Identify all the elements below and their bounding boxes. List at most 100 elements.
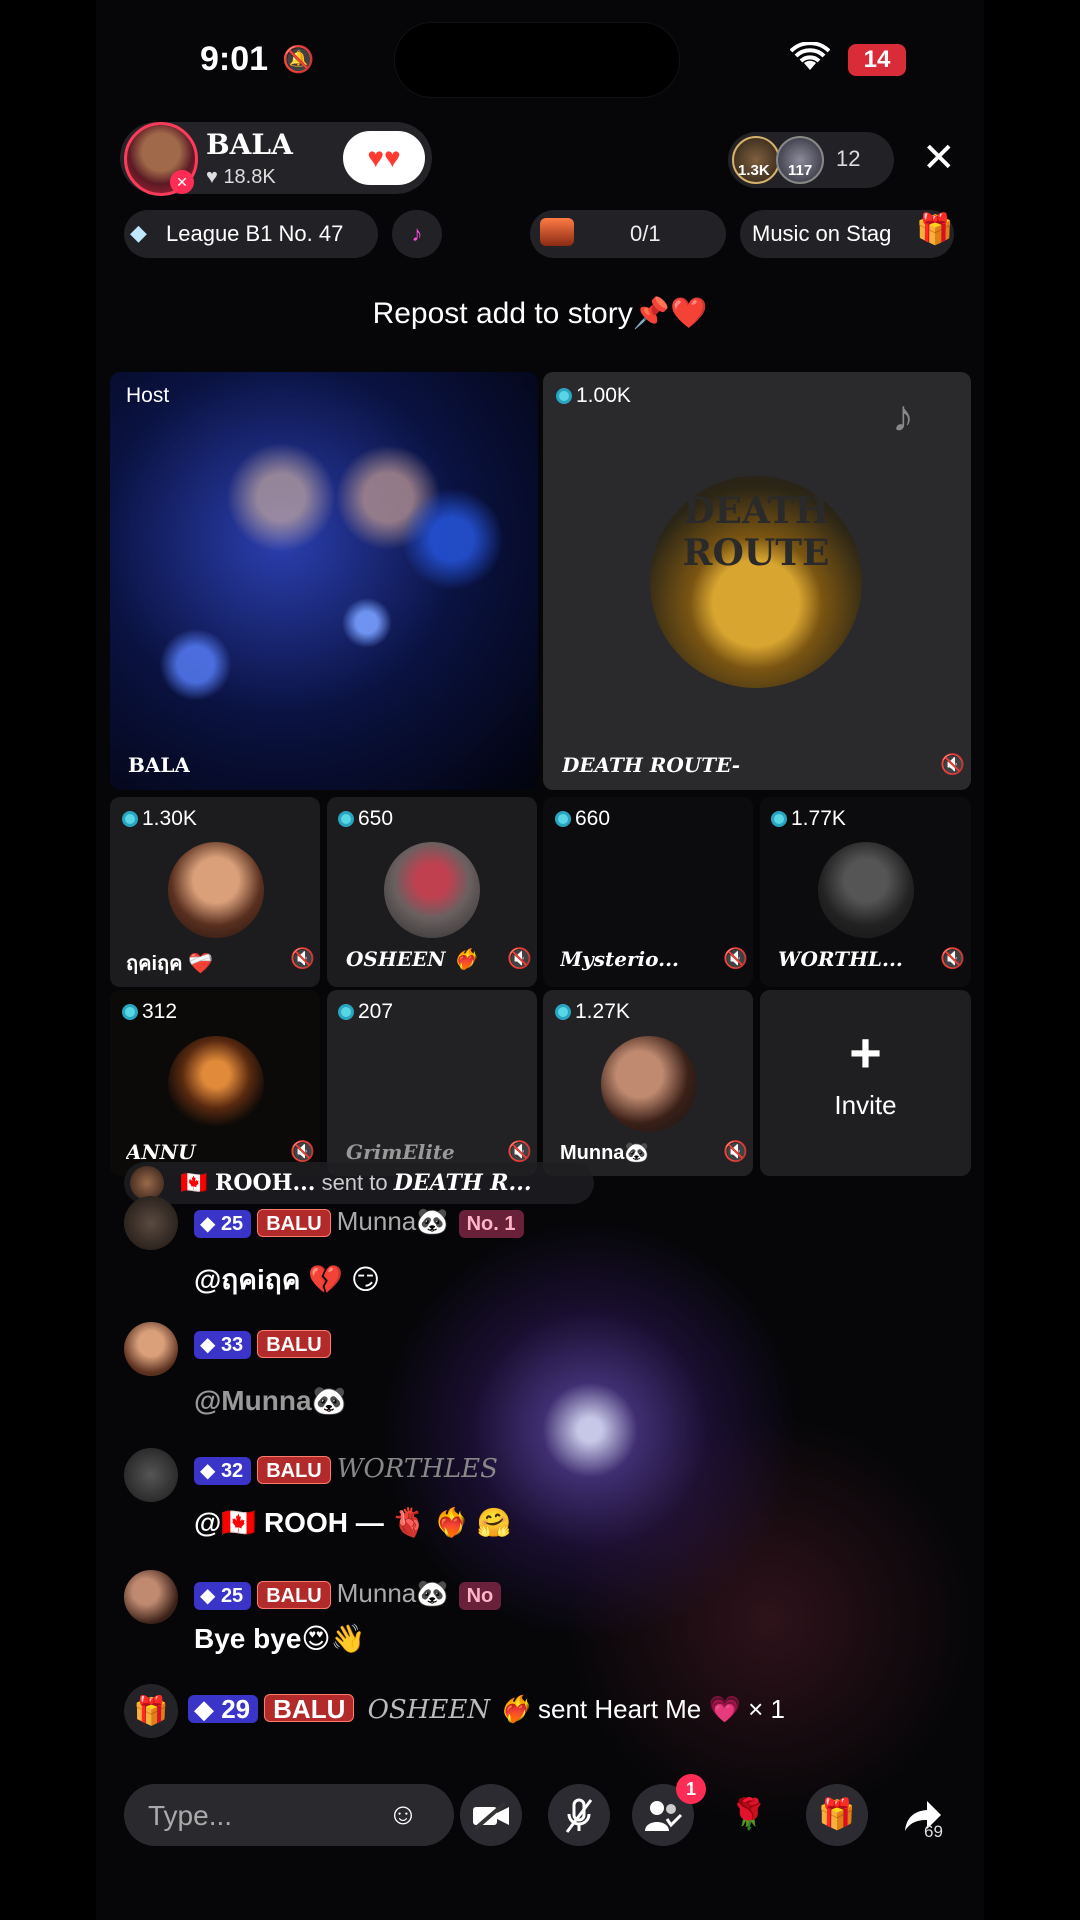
muted-icon: 🔇: [940, 754, 965, 776]
coin-icon: [338, 1004, 354, 1020]
gift-username[interactable]: OSHEEN ❤️‍🔥: [368, 1695, 531, 1725]
emoji-icon[interactable]: ☺: [372, 1784, 434, 1846]
story-text: Repost add to story📌❤️: [372, 297, 708, 330]
gift-sender: 🇨🇦 ROOH...: [180, 1170, 316, 1196]
guest-name: Mysterio...: [560, 947, 679, 971]
guest-coins: 660: [555, 807, 610, 831]
chat-username[interactable]: WORTHLES: [337, 1454, 498, 1484]
goal-progress: 0/1: [630, 221, 661, 246]
guest-name: ฤคiฤค ❤️‍🩹: [126, 953, 213, 975]
level-value: 32: [220, 1460, 244, 1482]
gift-icon[interactable]: 🎁: [806, 1784, 868, 1846]
avatar-text: DEATH ROUTE: [682, 490, 830, 574]
car-icon: [540, 218, 574, 246]
level-value: 25: [220, 1585, 244, 1607]
status-time: 9:01: [200, 40, 269, 78]
gift-text: sent Heart Me 💗 × 1: [537, 1693, 785, 1724]
chat-avatar[interactable]: [124, 1196, 178, 1250]
chat-badges: ◆ 32 BALU WORTHLES: [194, 1454, 498, 1485]
guest-coins-value: 312: [142, 1000, 178, 1023]
coin-icon: [771, 811, 787, 827]
viewer-count: 12: [836, 146, 861, 171]
coin-icon: [122, 1004, 138, 1020]
guest-coins-value: 1.30K: [142, 807, 197, 830]
camera-off-icon[interactable]: [460, 1784, 522, 1846]
coin-icon: [555, 811, 571, 827]
guest-avatar: [601, 1036, 697, 1132]
guest-avatar: [818, 842, 914, 938]
share-icon[interactable]: [892, 1784, 954, 1846]
rank-badge: No. 1: [458, 1210, 524, 1238]
guest-coins-value: 660: [575, 807, 611, 830]
chat-username[interactable]: Munna🐼: [337, 1578, 449, 1608]
guest-name: Munna🐼: [560, 1142, 650, 1164]
guest-name: ANNU: [126, 1140, 196, 1164]
muted-icon: 🔇: [940, 948, 965, 970]
viewer-badge: 117: [788, 162, 813, 179]
guest-coins: 312: [122, 1000, 177, 1024]
guest-coins-value: 207: [358, 1000, 394, 1023]
guest-avatar: [168, 1036, 264, 1132]
tiktok-logo-icon: ♪: [892, 392, 914, 441]
invite-button[interactable]: + Invite: [760, 990, 971, 1176]
chat-badges: ◆ 33 BALU: [194, 1330, 337, 1360]
host-tile-name: BALA: [128, 753, 191, 777]
chat-badges: ◆ 25 BALU Munna🐼 No: [194, 1578, 502, 1610]
muted-icon: 🔇: [507, 948, 532, 970]
chat-avatar[interactable]: [124, 1570, 178, 1624]
dj-video: [110, 372, 538, 790]
gift-target: DEATH R...: [393, 1170, 532, 1196]
chat-message: Bye bye😍👋: [194, 1623, 366, 1654]
guest-coins-value: 650: [358, 807, 394, 830]
host-likes-value: 18.8K: [223, 166, 276, 188]
notification-badge: 1: [676, 1774, 706, 1804]
gift-box-icon: 🎁: [916, 213, 954, 246]
gift-notice: 🇨🇦 ROOH... sent to DEATH R...: [124, 1162, 594, 1204]
viewer-badge: 1.3K: [738, 162, 770, 179]
coin-icon: [122, 811, 138, 827]
battery-indicator: 14: [848, 44, 906, 76]
invite-label: Invite: [834, 1090, 897, 1120]
fan-badge: BALU: [257, 1330, 331, 1358]
fan-badge: BALU: [257, 1456, 331, 1484]
host-name: BALA: [206, 128, 293, 161]
guest-coins: 1.27K: [555, 1000, 630, 1024]
chat-message: @🇨🇦 ROOH — 🫀 ❤️‍🔥 🤗: [194, 1507, 512, 1538]
guest-coins: 1.00K: [556, 384, 631, 408]
diamond-icon: ◆: [130, 220, 147, 245]
muted-icon: 🔇: [723, 948, 748, 970]
gift-icon: 🎁: [124, 1684, 178, 1738]
mic-off-icon: ✕: [170, 170, 194, 194]
guest-coins-value: 1.00K: [576, 384, 631, 407]
level-value: 25: [220, 1213, 244, 1235]
chat-username[interactable]: Munna🐼: [337, 1206, 449, 1236]
level-badge: ◆ 32: [194, 1457, 252, 1485]
level-badge: ◆ 25: [194, 1582, 252, 1610]
host-label: Host: [126, 384, 170, 407]
follow-button[interactable]: ♥♥: [343, 131, 425, 185]
chat-avatar[interactable]: [124, 1322, 178, 1376]
guest-coins: 1.77K: [771, 807, 846, 831]
heart-hands-effect: [380, 1220, 800, 1640]
share-count: 69: [924, 1822, 943, 1841]
coin-icon: [556, 388, 572, 404]
chat-avatar[interactable]: [124, 1448, 178, 1502]
muted-icon: 🔇: [507, 1141, 532, 1163]
league-chip[interactable]: League B1 No. 47: [124, 210, 378, 258]
level-badge: ◆ 33: [194, 1331, 252, 1359]
guest-coins: 1.30K: [122, 807, 197, 831]
level-badge: ◆ 29: [188, 1693, 259, 1724]
dynamic-island: [394, 22, 680, 98]
level-value: 29: [221, 1693, 251, 1724]
chat-badges: ◆ 25 BALU Munna🐼 No. 1: [194, 1206, 524, 1238]
plus-icon: +: [849, 1021, 882, 1084]
coin-icon: [555, 1004, 571, 1020]
muted-icon: 🔇: [290, 948, 315, 970]
mic-off-icon[interactable]: [548, 1784, 610, 1846]
guest-avatar: [168, 842, 264, 938]
close-icon[interactable]: ✕: [922, 138, 956, 178]
music-note-icon[interactable]: ♪: [392, 210, 442, 258]
guest-name: GrimElite: [346, 1140, 455, 1164]
rose-icon[interactable]: 🌹: [718, 1784, 780, 1846]
guest-name: DEATH ROUTE-: [562, 753, 741, 777]
